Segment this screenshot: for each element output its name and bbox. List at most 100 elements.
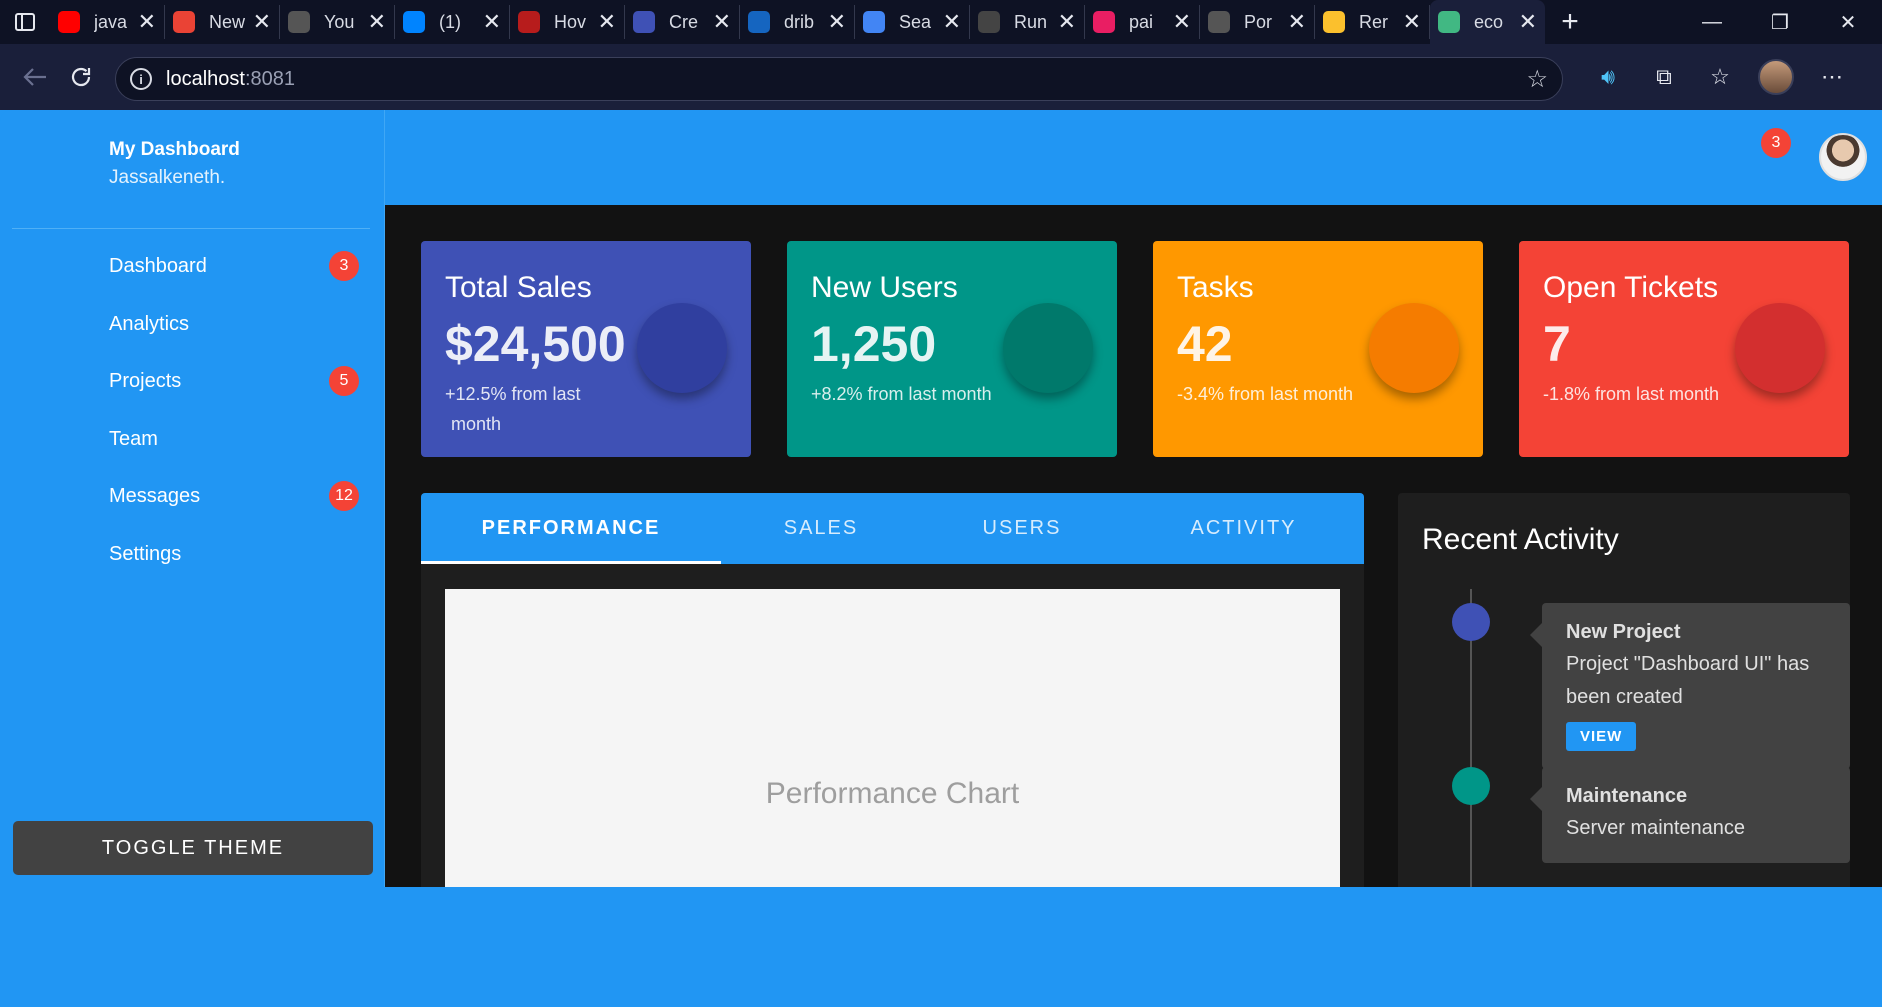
timeline-dot xyxy=(1452,767,1490,805)
notification-badge[interactable]: 3 xyxy=(1761,128,1791,158)
activity-description: Server maintenance xyxy=(1566,817,1745,839)
stat-decorative-circle xyxy=(1369,303,1459,393)
close-tab-icon[interactable]: ✕ xyxy=(713,9,731,35)
favorite-star-icon[interactable]: ☆ xyxy=(1526,65,1548,94)
browser-tab[interactable]: Sea ✕ xyxy=(855,5,970,39)
main-content: Total Sales $24,500 +12.5% from last month… xyxy=(385,205,1882,887)
browser-tab[interactable]: eco ✕ xyxy=(1430,0,1545,44)
activity-view-button[interactable]: VIEW xyxy=(1566,722,1637,751)
stat-decorative-circle xyxy=(1003,303,1093,393)
tab-performance[interactable]: PERFORMANCE xyxy=(421,493,721,564)
sidebar-item-dashboard[interactable]: Dashboard 3 xyxy=(109,246,359,286)
tab-activity[interactable]: ACTIVITY xyxy=(1123,493,1364,564)
browser-tab-title: Por xyxy=(1244,11,1273,32)
stat-change: -3.4% from last month xyxy=(1177,384,1354,404)
user-avatar[interactable] xyxy=(1819,133,1867,181)
browser-toolbar: 🔊︎ ⧉ ☆ ⋯ xyxy=(1580,44,1860,110)
top-app-bar xyxy=(385,110,1882,205)
close-tab-icon[interactable]: ✕ xyxy=(483,9,501,35)
recent-activity-title: Recent Activity xyxy=(1422,523,1619,556)
favorites-icon[interactable]: ☆ xyxy=(1692,54,1748,100)
sidebar-divider xyxy=(12,228,370,229)
restore-icon[interactable]: ❐ xyxy=(1746,0,1814,44)
browser-tab[interactable]: Hov ✕ xyxy=(510,5,625,39)
reload-icon[interactable] xyxy=(58,54,104,100)
stat-title: Open Tickets xyxy=(1543,271,1719,304)
stat-title: Tasks xyxy=(1177,271,1254,304)
sidebar-item-analytics[interactable]: Analytics xyxy=(109,304,359,344)
sidebar-item-projects[interactable]: Projects 5 xyxy=(109,361,359,401)
stat-card-tasks: Tasks 42 -3.4% from last month xyxy=(1153,241,1483,457)
browser-tab[interactable]: java ✕ xyxy=(50,5,165,39)
browser-tab-title: java xyxy=(94,11,128,32)
sidebar-item-label: Team xyxy=(109,427,158,450)
browser-tab[interactable]: You ✕ xyxy=(280,5,395,39)
activity-item: New Project Project "Dashboard UI" has be… xyxy=(1530,603,1850,769)
sidebar-item-badge: 12 xyxy=(329,481,359,511)
stat-title: Total Sales xyxy=(445,271,592,304)
close-tab-icon[interactable]: ✕ xyxy=(138,9,156,35)
close-tab-icon[interactable]: ✕ xyxy=(1519,9,1537,35)
browser-tab-title: Run xyxy=(1014,11,1048,32)
browser-tab-title: (1) xyxy=(439,11,461,32)
site-info-icon[interactable]: i xyxy=(130,68,152,90)
tab-sales[interactable]: SALES xyxy=(721,493,921,564)
browser-tab[interactable]: Por ✕ xyxy=(1200,5,1315,39)
vue-icon xyxy=(1438,11,1460,33)
new-tab-button[interactable]: + xyxy=(1545,0,1595,44)
close-tab-icon[interactable]: ✕ xyxy=(943,9,961,35)
sidebar-item-label: Projects xyxy=(109,369,182,392)
tab-users[interactable]: USERS xyxy=(921,493,1123,564)
stat-card-total-sales: Total Sales $24,500 +12.5% from last month xyxy=(421,241,751,457)
more-menu-icon[interactable]: ⋯ xyxy=(1804,54,1860,100)
book-icon xyxy=(1323,11,1345,33)
minimize-icon[interactable]: — xyxy=(1678,0,1746,44)
tab-actions-icon[interactable] xyxy=(0,0,50,44)
sidebar-item-label: Messages xyxy=(109,484,201,507)
browser-tab-bar: java ✕ New ✕ You ✕ (1) ✕ Hov ✕ Cre ✕ drib ✕ Sea ✕ Run ✕ pa… xyxy=(0,0,1882,44)
browser-tab[interactable]: Rer ✕ xyxy=(1315,5,1430,39)
profile-avatar[interactable] xyxy=(1748,54,1804,100)
activity-item: Maintenance Server maintenance xyxy=(1530,767,1850,863)
close-tab-icon[interactable]: ✕ xyxy=(1288,9,1306,35)
browser-tab-title: pai xyxy=(1129,11,1154,32)
user-name: Jassalkeneth. xyxy=(109,167,226,188)
gmail-icon xyxy=(173,11,195,33)
browser-tab[interactable]: drib ✕ xyxy=(740,5,855,39)
address-input[interactable]: i localhost:8081 ☆ xyxy=(115,57,1563,101)
paint-icon xyxy=(1093,11,1115,33)
tabs-card: PERFORMANCE SALES USERS ACTIVITY Performanc… xyxy=(421,493,1364,887)
close-window-icon[interactable]: ✕ xyxy=(1814,0,1882,44)
browser-tab[interactable]: New ✕ xyxy=(165,5,280,39)
browser-tab[interactable]: pai ✕ xyxy=(1085,5,1200,39)
read-aloud-icon[interactable]: 🔊︎ xyxy=(1580,54,1636,100)
browser-tab-title: Cre xyxy=(669,11,699,32)
close-tab-icon[interactable]: ✕ xyxy=(828,9,846,35)
browser-tab[interactable]: Run ✕ xyxy=(970,5,1085,39)
sidebar-item-settings[interactable]: Settings xyxy=(109,534,359,574)
close-tab-icon[interactable]: ✕ xyxy=(253,9,271,35)
stat-title: New Users xyxy=(811,271,958,304)
sidebar-item-team[interactable]: Team xyxy=(109,419,359,459)
close-tab-icon[interactable]: ✕ xyxy=(1403,9,1421,35)
url-text: localhost:8081 xyxy=(166,67,295,90)
activity-title: Maintenance xyxy=(1566,785,1688,807)
brand: My Dashboard Jassalkeneth. xyxy=(109,139,240,189)
sidebar-item-label: Settings xyxy=(109,542,182,565)
close-tab-icon[interactable]: ✕ xyxy=(1058,9,1076,35)
sidebar-item-badge: 3 xyxy=(329,251,359,281)
extensions-icon[interactable]: ⧉ xyxy=(1636,54,1692,100)
close-tab-icon[interactable]: ✕ xyxy=(368,9,386,35)
browser-tab[interactable]: (1) ✕ xyxy=(395,5,510,39)
activity-description: Project "Dashboard UI" has been created xyxy=(1566,653,1810,708)
browser-tab[interactable]: Cre ✕ xyxy=(625,5,740,39)
sidebar-item-messages[interactable]: Messages 12 xyxy=(109,476,359,516)
facebook-icon xyxy=(288,11,310,33)
close-tab-icon[interactable]: ✕ xyxy=(598,9,616,35)
sidebar-item-label: Dashboard xyxy=(109,254,207,277)
toggle-theme-button[interactable]: TOGGLE THEME xyxy=(13,821,373,875)
close-tab-icon[interactable]: ✕ xyxy=(1173,9,1191,35)
cloud-icon xyxy=(633,11,655,33)
back-arrow-icon[interactable] xyxy=(12,54,58,100)
openai-icon xyxy=(978,11,1000,33)
